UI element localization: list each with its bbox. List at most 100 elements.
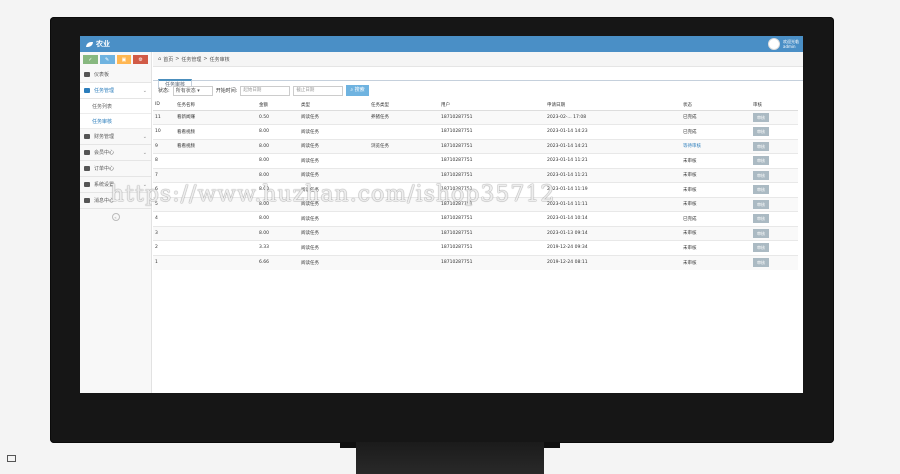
review-button[interactable]: 审核 [753, 112, 769, 122]
col-header-user: 用户 [439, 100, 545, 111]
brand-logo[interactable]: 农业 [86, 39, 110, 49]
finance-icon [84, 134, 90, 139]
brand-name: 农业 [96, 40, 110, 48]
cell-id: 5 [153, 196, 175, 212]
sidebar-item-members[interactable]: 会员中心 ⌄ [80, 145, 151, 161]
cell-user: 18710287751 [439, 109, 545, 125]
cell-action: 审核 [751, 182, 798, 197]
search-button[interactable]: ⌕ 搜索 [346, 85, 369, 96]
cell-amount: 8.00 [257, 138, 299, 154]
review-button[interactable]: 审核 [753, 258, 769, 267]
date-filter-label: 开始时间: [215, 88, 238, 94]
sidebar-item-messages[interactable]: 消息中心 [80, 193, 151, 209]
cell-action: 审核 [751, 254, 798, 270]
review-button[interactable]: 审核 [753, 199, 769, 209]
cell-type: 阅读任务 [299, 211, 369, 226]
chevron-down-icon: ⌄ [142, 133, 147, 140]
sidebar-item-settings[interactable]: 系统设置 ⌄ [80, 177, 151, 193]
sidebar-item-orders[interactable]: 订单中心 [80, 161, 151, 177]
cell-amount: 3.33 [257, 240, 299, 255]
cell-name [175, 225, 257, 241]
main-content: ⌂ 首页 > 任务管理 > 任务审核 任务审核 状态: 所有状态 ▾ 开始时间:… [153, 52, 803, 393]
cell-type: 阅读任务 [299, 138, 369, 154]
cell-status: 已完成 [681, 211, 751, 226]
cell-id: 4 [153, 211, 175, 226]
review-button[interactable]: 审核 [753, 170, 769, 180]
cell-action: 审核 [751, 225, 798, 241]
cell-status: 未审核 [681, 225, 751, 241]
table-row: 5 8.00 阅读任务 18710287751 2023-01-14 11:11 未审核审… [153, 196, 798, 212]
cell-task-type [369, 240, 439, 255]
filter-bar: 状态: 所有状态 ▾ 开始时间: 起始日期 截止日期 ⌕ 搜索 [153, 81, 803, 100]
cell-name: 看新闻赚 [175, 109, 257, 125]
cell-task-type [369, 225, 439, 241]
cell-task-type [369, 254, 439, 270]
cell-name [175, 240, 257, 255]
shortcut-edit-button[interactable]: ✎ [99, 55, 115, 64]
sidebar-item-dashboard[interactable]: 仪表板 [80, 67, 151, 83]
col-header-id: ID [153, 100, 175, 111]
table-row: 10 看看视频 8.00 阅读任务 18710287751 2023-01-14 14:2… [153, 124, 798, 139]
review-button[interactable]: 审核 [753, 156, 769, 166]
review-button[interactable]: 审核 [753, 127, 769, 137]
col-header-date: 申请日期 [545, 100, 681, 111]
review-button[interactable]: 审核 [753, 185, 769, 195]
review-button[interactable]: 审核 [753, 141, 769, 151]
cell-action: 审核 [751, 167, 798, 183]
sidebar-item-label: 会员中心 [94, 150, 115, 156]
shortcut-grid-button[interactable]: ▣ [116, 55, 132, 64]
breadcrumb-separator: > [175, 56, 180, 62]
bookmark-icon [84, 198, 90, 203]
status-select[interactable]: 所有状态 ▾ [172, 85, 213, 96]
table-row: 1 6.66 阅读任务 18710287751 2019-12-24 08:11 未审核审… [153, 254, 798, 270]
sidebar-item-task-management[interactable]: 任务管理 ⌄ [80, 83, 151, 99]
breadcrumb-section[interactable]: 任务管理 [181, 56, 201, 63]
end-date-input[interactable]: 截止日期 [293, 85, 344, 96]
cell-date: 2023-01-14 14:23 [545, 124, 681, 139]
user-menu[interactable]: 欢迎光临 admin [768, 38, 799, 50]
gear-icon [84, 182, 90, 187]
cart-icon [84, 166, 90, 171]
cell-type: 阅读任务 [299, 225, 369, 241]
cell-id: 6 [153, 182, 175, 197]
cell-id: 10 [153, 124, 175, 139]
cell-amount: 8.00 [257, 225, 299, 241]
cell-user: 18710287751 [439, 254, 545, 270]
cell-id: 8 [153, 153, 175, 168]
breadcrumb: ⌂ 首页 > 任务管理 > 任务审核 [153, 52, 803, 67]
sidebar-subitem-task-list[interactable]: 任务列表 [80, 99, 151, 114]
cell-amount: 8.00 [257, 182, 299, 197]
cell-amount: 8.00 [257, 196, 299, 212]
review-button[interactable]: 审核 [753, 228, 769, 238]
col-header-amount: 金额 [257, 100, 299, 111]
breadcrumb-home[interactable]: 首页 [163, 56, 173, 63]
sidebar-item-label: 任务管理 [94, 88, 115, 94]
cell-date: 2023-01-14 10:14 [545, 211, 681, 226]
table-row: 4 8.00 阅读任务 18710287751 2023-01-14 10:14 已完成审… [153, 211, 798, 226]
review-button[interactable]: 审核 [753, 214, 769, 224]
leaf-icon [86, 41, 93, 47]
cell-user: 18710287751 [439, 240, 545, 255]
sidebar-collapse-button[interactable]: « [111, 213, 120, 221]
monitor-stand [356, 442, 544, 474]
cell-status: 未审核 [681, 254, 751, 270]
search-button-label: 搜索 [354, 87, 365, 93]
shortcut-check-button[interactable]: ✓ [83, 55, 98, 64]
cell-name: 看看视频 [175, 138, 257, 154]
cell-status: 未审核 [681, 167, 751, 183]
cell-date: 2023-02-... 17:08 [545, 109, 681, 125]
shortcut-settings-button[interactable]: ⚙ [133, 55, 148, 64]
cell-status: 已完成 [681, 109, 751, 125]
cell-user: 18710287751 [439, 138, 545, 154]
sidebar-subitem-task-review[interactable]: 任务审核 [80, 114, 151, 129]
cell-action: 审核 [751, 153, 798, 168]
start-date-input[interactable]: 起始日期 [240, 85, 291, 96]
cell-type: 阅读任务 [299, 182, 369, 197]
review-button[interactable]: 审核 [753, 243, 769, 253]
sidebar-item-finance[interactable]: 财务管理 ⌄ [80, 129, 151, 145]
table-row: 2 3.33 阅读任务 18710287751 2019-12-24 09:34 未审核审… [153, 240, 798, 255]
chevron-down-icon: ⌄ [142, 149, 147, 156]
cell-status: 未审核 [681, 196, 751, 212]
cell-user: 18710287751 [439, 153, 545, 168]
cell-task-type [369, 196, 439, 212]
